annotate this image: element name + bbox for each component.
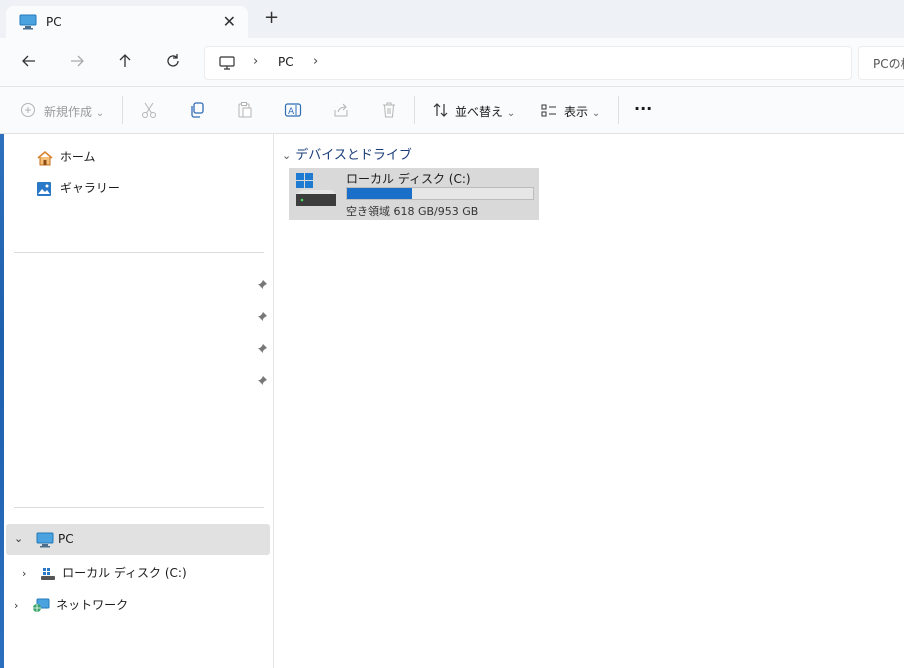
copy-button[interactable] (188, 101, 206, 122)
command-bar: 新規作成 ⌄ A 並べ替え ⌄ 表示 ⌄ ··· (0, 87, 904, 134)
monitor-icon (36, 532, 54, 548)
rename-button[interactable]: A (284, 101, 302, 122)
search-placeholder: PCの検索 (873, 57, 904, 71)
tab-pc[interactable]: PC ✕ (6, 6, 248, 38)
home-icon (37, 150, 53, 165)
sidebar-item-label: ローカル ディスク (C:) (62, 566, 187, 580)
toolbar-divider (122, 96, 123, 124)
drive-tile-c[interactable]: ローカル ディスク (C:) 空き領域 618 GB/953 GB (289, 168, 539, 220)
refresh-icon (167, 54, 179, 67)
drive-name: ローカル ディスク (C:) (346, 172, 471, 186)
share-button[interactable] (332, 101, 350, 122)
gallery-icon (37, 181, 51, 196)
breadcrumb-separator[interactable]: › (253, 54, 258, 69)
content-area: ⌄ デバイスとドライブ ローカル ディスク (C:) 空き領域 618 GB/95… (274, 134, 904, 668)
toolbar-divider (618, 96, 619, 124)
back-arrow-icon (22, 55, 35, 67)
new-icon (20, 102, 36, 121)
chevron-down-icon: ⌄ (95, 108, 105, 119)
paste-button[interactable] (236, 101, 254, 122)
navigation-bar: › PC › PCの検索 (0, 38, 904, 87)
sort-button[interactable]: 並べ替え ⌄ (455, 103, 515, 120)
view-label: 表示 (564, 105, 589, 119)
paste-icon (238, 102, 252, 118)
forward-arrow-icon (71, 55, 84, 67)
new-label: 新規作成 (44, 105, 93, 119)
drive-usage-fill (347, 188, 413, 199)
up-arrow-icon (119, 54, 131, 67)
sidebar-item-home[interactable]: ホーム (36, 148, 95, 166)
breadcrumb-separator[interactable]: › (313, 54, 318, 69)
new-button[interactable]: 新規作成 ⌄ (44, 103, 104, 120)
drive-icon (296, 173, 336, 206)
new-tab-button[interactable]: + (264, 9, 279, 27)
monitor-icon (219, 56, 235, 73)
cut-button[interactable] (140, 101, 158, 122)
tab-close-button[interactable]: ✕ (223, 12, 236, 31)
chevron-down-icon: ⌄ (506, 108, 516, 119)
drive-usage-bar (346, 187, 534, 200)
title-bar: PC ✕ + (0, 0, 904, 38)
sort-label: 並べ替え (455, 105, 504, 119)
up-button[interactable] (116, 52, 136, 72)
sort-icon (432, 101, 450, 122)
chevron-down-icon: ⌄ (282, 149, 292, 162)
cut-icon (142, 102, 156, 118)
rename-icon: A (284, 103, 302, 117)
drive-icon (41, 567, 56, 580)
chevron-down-icon: ⌄ (591, 108, 601, 119)
group-header-devices[interactable]: ⌄ デバイスとドライブ (282, 144, 412, 163)
view-button[interactable]: 表示 ⌄ (564, 103, 600, 120)
refresh-button[interactable] (164, 52, 184, 72)
sidebar-item-gallery[interactable]: ギャラリー (36, 179, 120, 197)
breadcrumb-pc[interactable]: PC (278, 55, 294, 69)
pin-icon[interactable] (257, 375, 268, 389)
chevron-right-icon[interactable]: › (22, 567, 26, 580)
sidebar-item-local-disk[interactable]: › ローカル ディスク (C:) (22, 564, 187, 581)
network-icon (33, 598, 50, 612)
sidebar-item-label: ホーム (59, 150, 96, 164)
sidebar-item-label: PC (58, 532, 74, 546)
copy-icon (191, 102, 204, 118)
forward-button[interactable] (68, 52, 88, 72)
monitor-icon (19, 14, 37, 33)
tab-title: PC (46, 15, 62, 29)
sidebar-item-label: ギャラリー (59, 181, 120, 195)
delete-button[interactable] (380, 101, 398, 122)
navigation-pane: ホーム ギャラリー ⌄ PC › ローカル ディスク (C:) › ネットワーク (4, 134, 274, 668)
view-icon (540, 101, 558, 122)
chevron-down-icon[interactable]: ⌄ (14, 532, 23, 545)
group-header-label: デバイスとドライブ (295, 148, 412, 163)
drive-free-space: 空き領域 618 GB/953 GB (346, 205, 479, 218)
sidebar-item-network[interactable]: › ネットワーク (14, 596, 128, 614)
search-input[interactable]: PCの検索 (858, 46, 904, 80)
back-button[interactable] (20, 52, 40, 72)
svg-text:A: A (288, 107, 295, 117)
pin-icon[interactable] (257, 311, 268, 325)
chevron-right-icon[interactable]: › (14, 599, 18, 612)
sidebar-divider (14, 252, 264, 253)
sidebar-item-label: ネットワーク (56, 598, 129, 612)
pin-icon[interactable] (257, 279, 268, 293)
more-options-button[interactable]: ··· (634, 99, 652, 118)
sidebar-item-pc[interactable]: ⌄ PC (6, 524, 270, 555)
delete-icon (383, 102, 395, 118)
sidebar-divider (14, 507, 264, 508)
toolbar-divider (414, 96, 415, 124)
share-icon (334, 103, 348, 117)
pin-icon[interactable] (257, 343, 268, 357)
address-bar[interactable]: › PC › (204, 46, 852, 80)
